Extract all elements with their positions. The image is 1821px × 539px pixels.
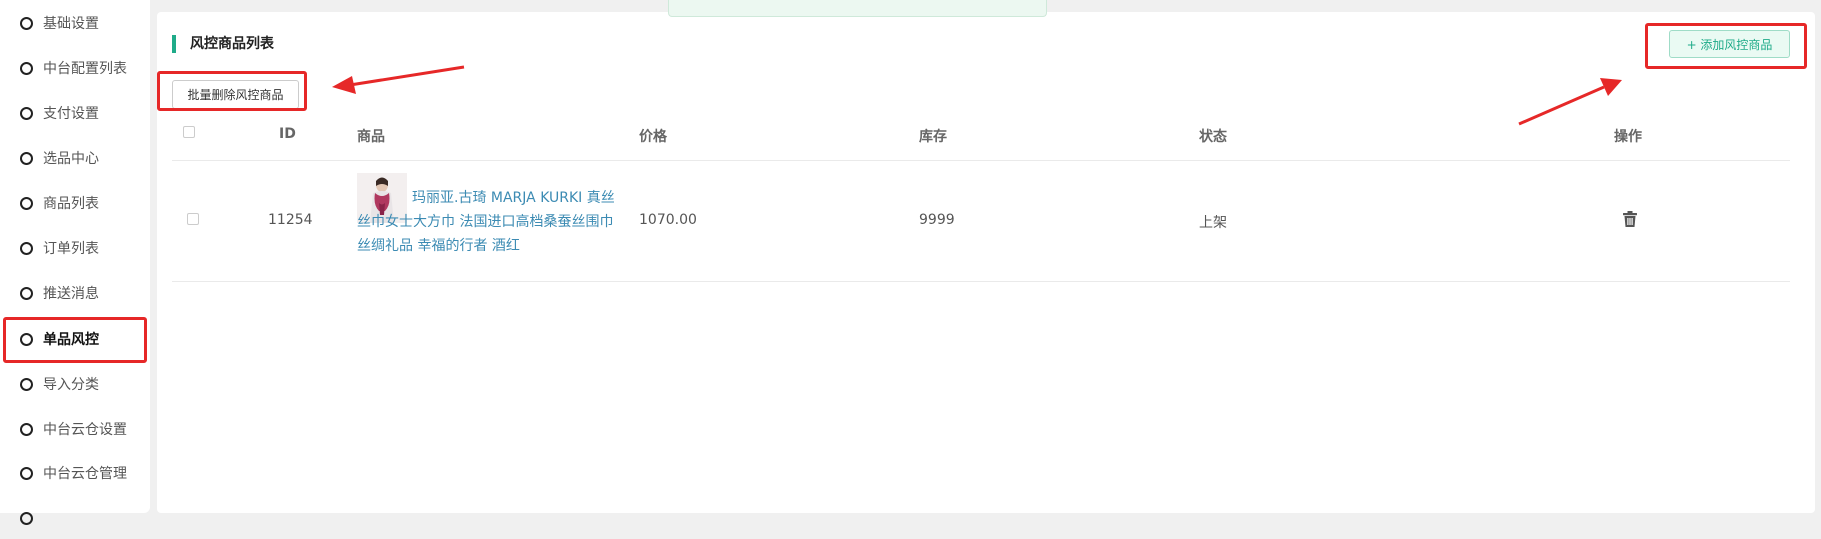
sidebar-item-label: 订单列表	[43, 241, 99, 257]
circle-icon	[20, 511, 33, 525]
column-header-stock: 库存	[919, 129, 947, 145]
product-name-link[interactable]: 玛丽亚.古琦 MARJA KURKI 真丝丝巾女士大方巾 法国进口高档桑蚕丝围巾…	[357, 186, 619, 258]
sidebar-item-push-messages[interactable]: 推送消息	[4, 272, 146, 314]
cell-price: 1070.00	[639, 212, 697, 228]
sidebar-item-config-list[interactable]: 中台配置列表	[4, 47, 146, 89]
sidebar-item-cloud-warehouse-management[interactable]: 中台云仓管理	[4, 452, 146, 494]
circle-icon	[20, 332, 33, 346]
circle-icon	[20, 422, 33, 436]
circle-icon	[20, 196, 33, 210]
column-header-status: 状态	[1199, 129, 1227, 145]
header-divider	[172, 160, 1790, 161]
sidebar-item-order-list[interactable]: 订单列表	[4, 227, 146, 269]
sidebar-item-basic-settings[interactable]: 基础设置	[4, 2, 146, 44]
sidebar-item-label: 商品列表	[43, 196, 99, 212]
sidebar-item-label: 导入分类	[43, 377, 99, 393]
main-panel	[157, 12, 1815, 513]
sidebar-item-partial	[4, 497, 146, 539]
sidebar-item-product-list[interactable]: 商品列表	[4, 182, 146, 224]
circle-icon	[20, 151, 33, 165]
toast-notification	[668, 0, 1047, 17]
cell-status: 上架	[1199, 215, 1227, 231]
sidebar: 基础设置 中台配置列表 支付设置 选品中心 商品列表 订单列表 推送消息 单品风…	[0, 0, 150, 525]
column-header-action: 操作	[1614, 129, 1642, 145]
sidebar-item-product-selection[interactable]: 选品中心	[4, 137, 146, 179]
select-all-checkbox[interactable]	[183, 126, 195, 138]
sidebar-item-label: 基础设置	[43, 16, 99, 32]
row-checkbox[interactable]	[187, 213, 199, 225]
cell-stock: 9999	[919, 212, 955, 228]
column-header-id: ID	[279, 126, 296, 142]
row-divider	[172, 281, 1790, 282]
sidebar-item-label: 单品风控	[43, 332, 99, 348]
add-risk-product-button[interactable]: + 添加风控商品	[1669, 30, 1790, 58]
sidebar-item-label: 中台配置列表	[43, 61, 127, 77]
sidebar-item-label: 支付设置	[43, 106, 99, 122]
sidebar-item-label: 推送消息	[43, 286, 99, 302]
column-header-product: 商品	[357, 129, 385, 145]
circle-icon	[20, 61, 33, 75]
sidebar-item-payment-settings[interactable]: 支付设置	[4, 92, 146, 134]
sidebar-item-label: 选品中心	[43, 151, 99, 167]
column-header-price: 价格	[639, 129, 667, 145]
circle-icon	[20, 286, 33, 300]
sidebar-item-label: 中台云仓设置	[43, 422, 127, 438]
circle-icon	[20, 16, 33, 30]
cell-id: 11254	[268, 212, 313, 228]
circle-icon	[20, 241, 33, 255]
sidebar-item-cloud-warehouse-settings[interactable]: 中台云仓设置	[4, 408, 146, 450]
sidebar-item-import-category[interactable]: 导入分类	[4, 363, 146, 405]
sidebar-item-label: 中台云仓管理	[43, 466, 127, 482]
batch-delete-button[interactable]: 批量删除风控商品	[172, 80, 299, 109]
trash-icon[interactable]	[1623, 211, 1637, 227]
sidebar-item-single-product-risk[interactable]: 单品风控	[4, 318, 146, 360]
circle-icon	[20, 466, 33, 480]
page-title: 风控商品列表	[172, 35, 274, 53]
circle-icon	[20, 106, 33, 120]
circle-icon	[20, 377, 33, 391]
